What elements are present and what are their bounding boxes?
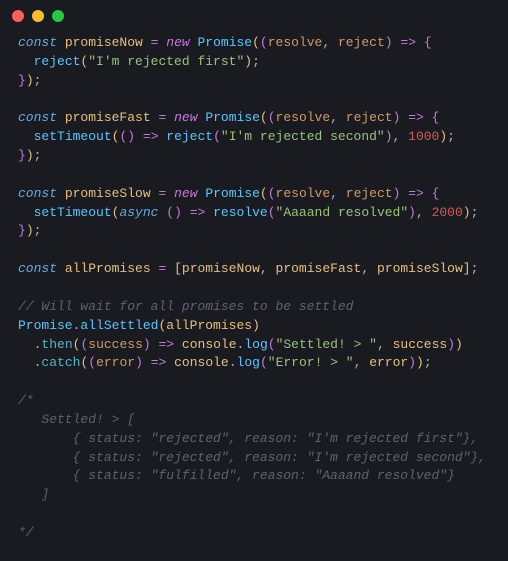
keyword-new: new [166, 35, 189, 50]
operator: = [151, 35, 159, 50]
keyword-const: const [18, 110, 57, 125]
minimize-icon[interactable] [32, 10, 44, 22]
titlebar [0, 0, 508, 30]
string: "Aaaand resolved" [276, 205, 409, 220]
number: 1000 [408, 129, 439, 144]
identifier: console [182, 337, 237, 352]
param: error [96, 355, 135, 370]
fn-resolve: resolve [213, 205, 268, 220]
fn-log: log [244, 337, 267, 352]
identifier: promiseSlow [65, 186, 151, 201]
comment: // Will wait for all promises to be sett… [18, 299, 353, 314]
identifier: allPromises [65, 261, 151, 276]
keyword-async: async [119, 205, 158, 220]
number: 2000 [432, 205, 463, 220]
param: resolve [268, 35, 323, 50]
close-icon[interactable] [12, 10, 24, 22]
identifier: promiseNow [65, 35, 143, 50]
keyword-const: const [18, 35, 57, 50]
fn-allsettled: allSettled [80, 318, 158, 333]
fn-then: then [41, 337, 72, 352]
fn-reject: reject [34, 54, 81, 69]
code-block: const promiseNow = new Promise((resolve,… [0, 30, 508, 561]
class-promise: Promise [198, 35, 253, 50]
fn-catch: catch [41, 355, 80, 370]
string: "I'm rejected second" [221, 129, 385, 144]
string: "Error! > " [268, 355, 354, 370]
arrow: => [400, 35, 416, 50]
param: reject [338, 35, 385, 50]
fn-settimeout: setTimeout [34, 129, 112, 144]
param: success [88, 337, 143, 352]
maximize-icon[interactable] [52, 10, 64, 22]
identifier: promiseFast [65, 110, 151, 125]
string: "Settled! > " [276, 337, 377, 352]
comment-block: /* [18, 393, 34, 408]
string: "I'm rejected first" [88, 54, 244, 69]
